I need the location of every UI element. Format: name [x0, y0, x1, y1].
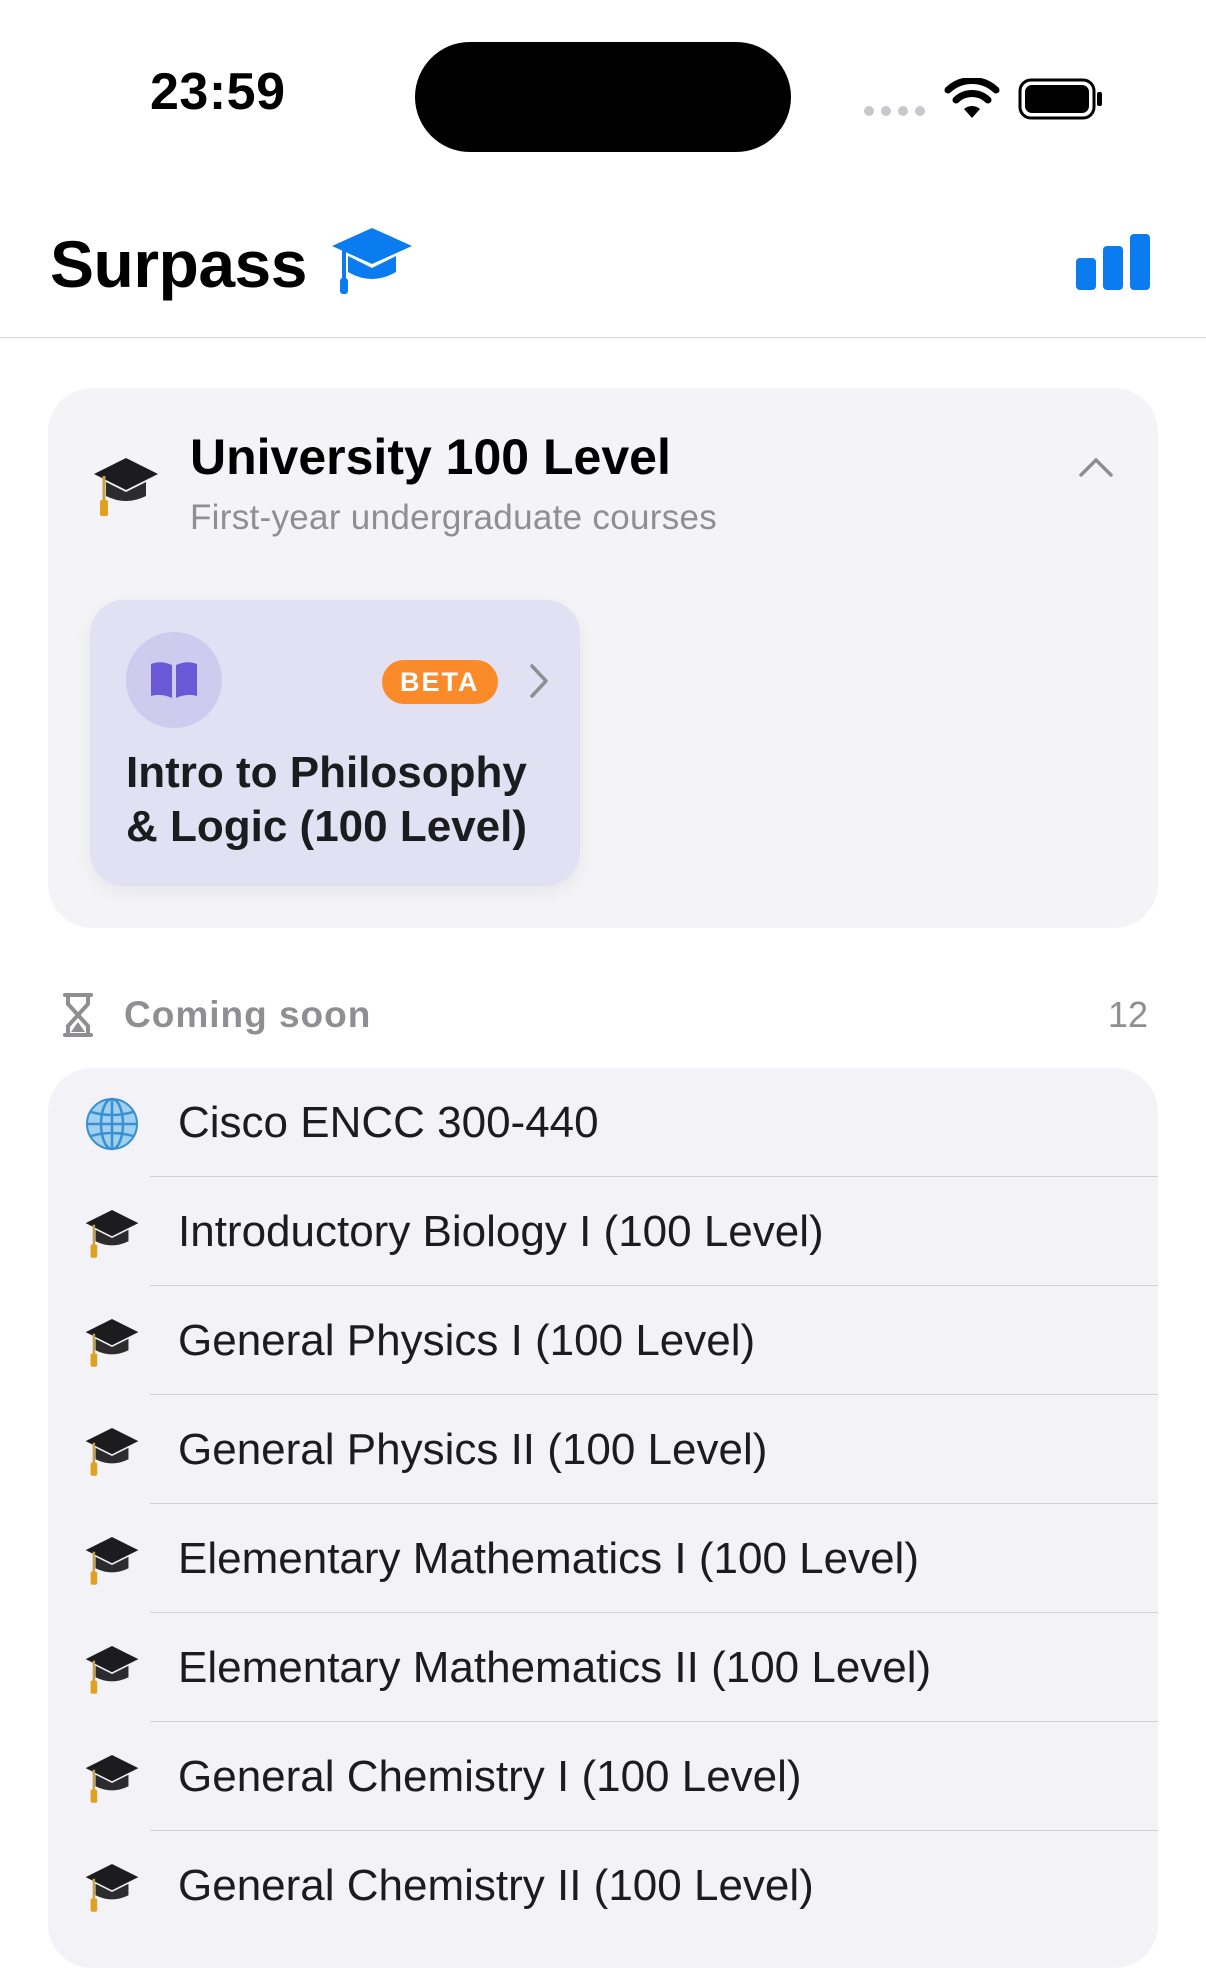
header-divider: [0, 337, 1206, 338]
list-item-label: Elementary Mathematics II (100 Level): [178, 1643, 932, 1692]
coming-soon-list: Cisco ENCC 300-440 Introductory Biology I…: [48, 1068, 1158, 1968]
graduation-cap-icon: [84, 1423, 140, 1479]
graduation-cap-icon: [94, 458, 158, 516]
wifi-icon: [944, 78, 1000, 118]
list-item[interactable]: General Chemistry I (100 Level): [48, 1722, 1158, 1831]
coming-soon-count: 12: [1108, 994, 1149, 1035]
list-item[interactable]: General Chemistry II (100 Level): [48, 1831, 1158, 1940]
list-item-label: Elementary Mathematics I (100 Level): [178, 1534, 919, 1583]
graduation-cap-icon: [84, 1641, 140, 1697]
course-card[interactable]: BETA Intro to Philosophy & Logic (100 Le…: [90, 600, 580, 886]
list-item[interactable]: Elementary Mathematics II (100 Level): [48, 1613, 1158, 1722]
globe-icon: [84, 1096, 140, 1152]
bar-chart-icon[interactable]: [1076, 234, 1152, 290]
list-item[interactable]: General Physics II (100 Level): [48, 1395, 1158, 1504]
list-item-label: General Physics I (100 Level): [178, 1316, 756, 1365]
chevron-up-icon[interactable]: [1078, 456, 1114, 478]
cellular-signal-icon: [864, 106, 925, 116]
level-title: University 100 Level: [190, 429, 671, 485]
graduation-cap-icon: [84, 1750, 140, 1806]
beta-badge: BETA: [382, 660, 498, 704]
list-item[interactable]: General Physics I (100 Level): [48, 1286, 1158, 1395]
status-time: 23:59: [150, 63, 286, 121]
hourglass-icon: [63, 993, 93, 1037]
chevron-right-icon: [530, 664, 548, 698]
graduation-cap-icon: [84, 1859, 140, 1915]
course-icon-circle: [126, 632, 222, 728]
list-item-label: Introductory Biology I (100 Level): [178, 1207, 824, 1256]
list-item-label: General Physics II (100 Level): [178, 1425, 768, 1474]
list-item-label: General Chemistry I (100 Level): [178, 1752, 802, 1801]
graduation-cap-icon: [84, 1205, 140, 1261]
list-item[interactable]: Introductory Biology I (100 Level): [48, 1177, 1158, 1286]
list-item-label: General Chemistry II (100 Level): [178, 1861, 814, 1910]
graduation-cap-icon: [84, 1532, 140, 1588]
graduation-cap-icon: [84, 1314, 140, 1370]
coming-soon-label: Coming soon: [124, 994, 372, 1035]
graduation-cap-icon: [332, 228, 412, 294]
battery-icon: [1018, 78, 1102, 120]
page-title: Surpass: [50, 227, 307, 301]
list-item[interactable]: Elementary Mathematics I (100 Level): [48, 1504, 1158, 1613]
course-name: Intro to Philosophy & Logic (100 Level): [126, 748, 528, 851]
list-item-label: Cisco ENCC 300-440: [178, 1098, 599, 1147]
dynamic-island: [415, 42, 791, 152]
level-subtitle: First-year undergraduate courses: [190, 498, 718, 537]
book-icon: [151, 662, 197, 698]
list-item[interactable]: Cisco ENCC 300-440: [48, 1068, 1158, 1177]
level-section: University 100 Level First-year undergra…: [48, 388, 1158, 928]
